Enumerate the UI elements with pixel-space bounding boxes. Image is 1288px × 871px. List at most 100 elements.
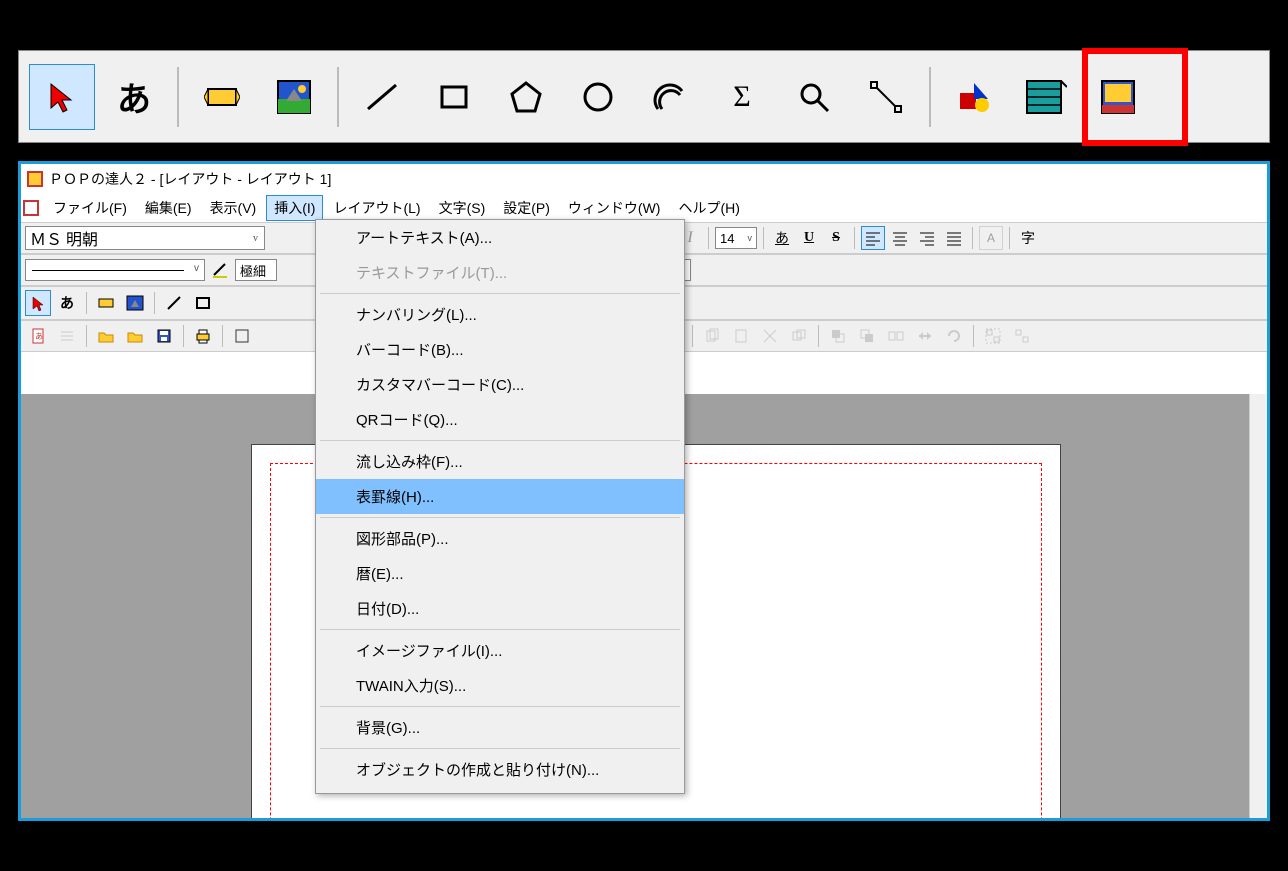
tool-arrow[interactable] <box>29 64 95 130</box>
dd-numbering[interactable]: ナンバリング(L)... <box>316 297 684 332</box>
menu-file[interactable]: ファイル(F) <box>45 195 135 221</box>
font-size-value: 14 <box>720 231 734 246</box>
insert-dropdown: アートテキスト(A)... テキストファイル(T)... ナンバリング(L)..… <box>315 219 685 794</box>
paste-button[interactable] <box>728 323 754 349</box>
separator <box>818 325 819 347</box>
copy-button[interactable] <box>699 323 725 349</box>
small-line-tool[interactable] <box>161 290 187 316</box>
align-right-button[interactable] <box>915 226 939 250</box>
distribute-button[interactable] <box>912 323 938 349</box>
dd-date[interactable]: 日付(D)... <box>316 591 684 626</box>
tool-circle[interactable] <box>565 64 631 130</box>
tool-line[interactable] <box>349 64 415 130</box>
separator <box>86 292 87 314</box>
menubar: ファイル(F) 編集(E) 表示(V) 挿入(I) レイアウト(L) 文字(S)… <box>21 194 1267 222</box>
dropdown-separator <box>320 293 680 294</box>
tool-sigma[interactable]: Σ <box>709 64 775 130</box>
tool-table[interactable] <box>1013 64 1079 130</box>
tool-image[interactable] <box>261 64 327 130</box>
small-ribbon-tool[interactable] <box>93 290 119 316</box>
title-text: ＰＯＰの達人２ - [レイアウト - レイアウト 1] <box>49 169 331 189</box>
dd-qrcode[interactable]: QRコード(Q)... <box>316 402 684 437</box>
new-doc-button[interactable]: あ <box>25 323 51 349</box>
dd-barcode[interactable]: バーコード(B)... <box>316 332 684 367</box>
dd-art-text[interactable]: アートテキスト(A)... <box>316 220 684 255</box>
separator <box>973 325 974 347</box>
dd-object-paste[interactable]: オブジェクトの作成と貼り付け(N)... <box>316 752 684 787</box>
tool-text[interactable]: あ <box>101 64 167 130</box>
tool-ribbon[interactable] <box>189 64 255 130</box>
rotate-button[interactable] <box>941 323 967 349</box>
tool-pentagon[interactable] <box>493 64 559 130</box>
dd-twain[interactable]: TWAIN入力(S)... <box>316 668 684 703</box>
open-button[interactable] <box>93 323 119 349</box>
menu-settings[interactable]: 設定(P) <box>495 195 558 221</box>
menu-view[interactable]: 表示(V) <box>202 195 265 221</box>
dropdown-separator <box>320 517 680 518</box>
tool-picture[interactable] <box>1085 64 1151 130</box>
char-box-button[interactable]: A <box>979 226 1003 250</box>
separator <box>972 227 973 249</box>
small-text-tool[interactable]: あ <box>54 290 80 316</box>
small-arrow-tool[interactable] <box>25 290 51 316</box>
menu-edit[interactable]: 編集(E) <box>137 195 200 221</box>
text-color-button[interactable]: あ <box>770 226 794 250</box>
tool-connector[interactable] <box>853 64 919 130</box>
duplicate-button[interactable] <box>786 323 812 349</box>
zoomed-toolbar: あ Σ <box>18 50 1270 143</box>
app-window: ＰＯＰの達人２ - [レイアウト - レイアウト 1] ファイル(F) 編集(E… <box>18 161 1270 821</box>
preview-button[interactable] <box>229 323 255 349</box>
menu-insert[interactable]: 挿入(I) <box>266 195 323 221</box>
dd-text-file: テキストファイル(T)... <box>316 255 684 290</box>
menu-help[interactable]: ヘルプ(H) <box>670 195 747 221</box>
list-button[interactable] <box>54 323 80 349</box>
font-size-select[interactable]: 14 <box>715 227 757 249</box>
tool-arc[interactable] <box>637 64 703 130</box>
send-back-button[interactable] <box>854 323 880 349</box>
line-color-button[interactable] <box>208 258 232 282</box>
align-justify-button[interactable] <box>942 226 966 250</box>
dd-background[interactable]: 背景(G)... <box>316 710 684 745</box>
strikethrough-button[interactable]: S <box>824 226 848 250</box>
tool-rect[interactable] <box>421 64 487 130</box>
separator <box>1009 227 1010 249</box>
character-button[interactable]: 字 <box>1016 226 1040 250</box>
group-button[interactable] <box>980 323 1006 349</box>
dd-flow-frame[interactable]: 流し込み枠(F)... <box>316 444 684 479</box>
dd-image-file[interactable]: イメージファイル(I)... <box>316 633 684 668</box>
menu-layout[interactable]: レイアウト(L) <box>325 195 428 221</box>
open2-button[interactable] <box>122 323 148 349</box>
cut-button[interactable] <box>757 323 783 349</box>
ungroup-button[interactable] <box>1009 323 1035 349</box>
dropdown-separator <box>320 440 680 441</box>
menubar-icon <box>23 200 39 216</box>
font-name-select[interactable]: ＭＳ 明朝 <box>25 226 265 250</box>
underline-button[interactable]: U <box>797 226 821 250</box>
line-style-select[interactable] <box>25 259 205 281</box>
align-left-button[interactable] <box>861 226 885 250</box>
align-h-button[interactable] <box>883 323 909 349</box>
dd-shape-part[interactable]: 図形部品(P)... <box>316 521 684 556</box>
font-name-value: ＭＳ 明朝 <box>30 226 98 250</box>
small-image-tool[interactable] <box>122 290 148 316</box>
menu-text[interactable]: 文字(S) <box>431 195 494 221</box>
dd-customer-barcode[interactable]: カスタマバーコード(C)... <box>316 367 684 402</box>
titlebar: ＰＯＰの達人２ - [レイアウト - レイアウト 1] <box>21 164 1267 194</box>
dd-calendar[interactable]: 暦(E)... <box>316 556 684 591</box>
tool-shapes[interactable] <box>941 64 1007 130</box>
separator <box>854 227 855 249</box>
separator <box>929 67 931 127</box>
menu-window[interactable]: ウィンドウ(W) <box>560 195 669 221</box>
separator <box>86 325 87 347</box>
line-width-label[interactable]: 極細 <box>235 259 277 281</box>
dropdown-separator <box>320 629 680 630</box>
save-button[interactable] <box>151 323 177 349</box>
separator <box>692 325 693 347</box>
print-button[interactable] <box>190 323 216 349</box>
dd-table-rule[interactable]: 表罫線(H)... <box>316 479 684 514</box>
vertical-scrollbar[interactable] <box>1249 394 1267 818</box>
tool-magnify[interactable] <box>781 64 847 130</box>
align-center-button[interactable] <box>888 226 912 250</box>
bring-front-button[interactable] <box>825 323 851 349</box>
small-rect-tool[interactable] <box>190 290 216 316</box>
